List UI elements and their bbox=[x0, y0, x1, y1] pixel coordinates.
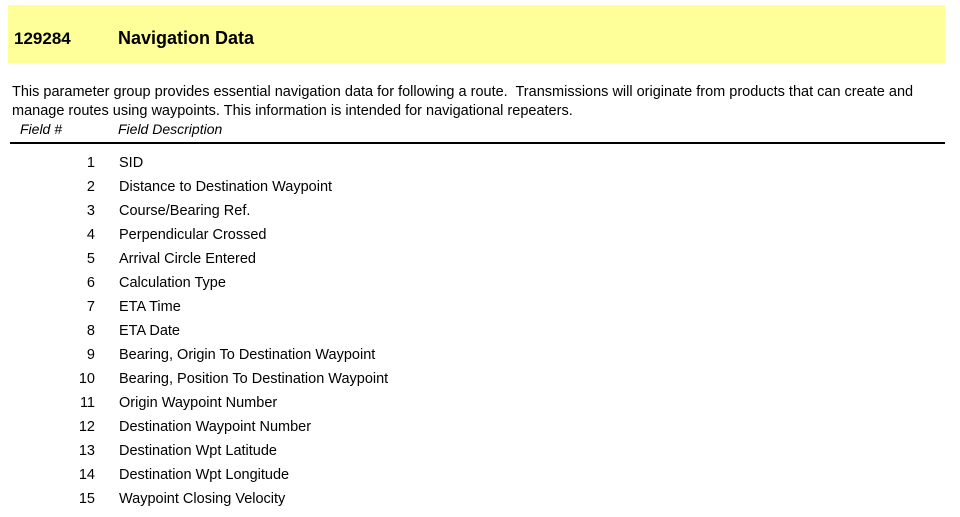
field-description-cell: Arrival Circle Entered bbox=[119, 251, 256, 267]
table-header-row: Field # Field Description bbox=[0, 120, 960, 144]
column-header-field-number: Field # bbox=[20, 121, 63, 137]
table-row: 2 Distance to Destination Waypoint bbox=[0, 175, 960, 199]
field-number-cell: 4 bbox=[86, 227, 95, 243]
field-number-cell: 10 bbox=[78, 371, 95, 387]
table-row: 11 Origin Waypoint Number bbox=[0, 391, 960, 415]
field-number-cell: 7 bbox=[86, 299, 95, 315]
field-description-cell: Perpendicular Crossed bbox=[119, 227, 267, 243]
table-row: 14 Destination Wpt Longitude bbox=[0, 463, 960, 487]
field-number-cell: 15 bbox=[78, 491, 95, 507]
table-row: 3 Course/Bearing Ref. bbox=[0, 199, 960, 223]
field-number-cell: 8 bbox=[86, 323, 95, 339]
table-row: 15 Waypoint Closing Velocity bbox=[0, 487, 960, 511]
field-description-cell: ETA Time bbox=[119, 299, 181, 315]
page-title: Navigation Data bbox=[118, 28, 255, 48]
pgn-number: 129284 bbox=[14, 29, 71, 48]
field-number-cell: 9 bbox=[86, 347, 95, 363]
field-number-cell: 3 bbox=[86, 203, 95, 219]
table-row: 5 Arrival Circle Entered bbox=[0, 247, 960, 271]
field-description-cell: Destination Wpt Latitude bbox=[119, 443, 277, 459]
table-row: 4 Perpendicular Crossed bbox=[0, 223, 960, 247]
field-number-cell: 13 bbox=[78, 443, 95, 459]
field-description-cell: Bearing, Position To Destination Waypoin… bbox=[119, 371, 389, 387]
table-row: 1 SID bbox=[0, 151, 960, 175]
field-table: Field # Field Description 1 SID 2 Distance … bbox=[0, 120, 960, 507]
parameter-group-description: This parameter group provides essential … bbox=[12, 83, 918, 119]
table-row: 7 ETA Time bbox=[0, 295, 960, 319]
field-description-cell: ETA Date bbox=[119, 323, 180, 339]
field-number-cell: 6 bbox=[86, 275, 95, 291]
field-description-cell: Origin Waypoint Number bbox=[119, 395, 278, 411]
document-page: 129284 Navigation Data This parameter gr… bbox=[0, 0, 960, 517]
field-description-cell: Destination Waypoint Number bbox=[119, 419, 312, 435]
field-number-cell: 11 bbox=[79, 395, 95, 411]
field-description-cell: Waypoint Closing Velocity bbox=[119, 491, 286, 507]
table-row: 12 Destination Waypoint Number bbox=[0, 415, 960, 439]
header-divider bbox=[10, 142, 945, 144]
table-row: 9 Bearing, Origin To Destination Waypoint bbox=[0, 343, 960, 367]
field-description-cell: Calculation Type bbox=[119, 275, 226, 291]
table-row: 10 Bearing, Position To Destination Waypo… bbox=[0, 367, 960, 391]
table-body: 1 SID 2 Distance to Destination Waypoint 3 Co… bbox=[0, 151, 960, 511]
column-header-field-description: Field Description bbox=[118, 121, 223, 137]
field-description-cell: SID bbox=[119, 155, 144, 171]
table-row: 6 Calculation Type bbox=[0, 271, 960, 295]
table-row: 8 ETA Date bbox=[0, 319, 960, 343]
field-description-cell: Destination Wpt Longitude bbox=[119, 467, 290, 483]
field-description-cell: Distance to Destination Waypoint bbox=[119, 179, 333, 195]
field-number-cell: 2 bbox=[86, 179, 95, 195]
table-row: 13 Destination Wpt Latitude bbox=[0, 439, 960, 463]
field-description-cell: Bearing, Origin To Destination Waypoint bbox=[119, 347, 376, 363]
field-number-cell: 5 bbox=[86, 251, 95, 267]
field-number-cell: 1 bbox=[86, 155, 95, 171]
pgn-title-banner: 129284 Navigation Data bbox=[8, 5, 945, 63]
field-number-cell: 12 bbox=[78, 419, 95, 435]
field-number-cell: 14 bbox=[78, 467, 95, 483]
field-description-cell: Course/Bearing Ref. bbox=[119, 203, 251, 219]
